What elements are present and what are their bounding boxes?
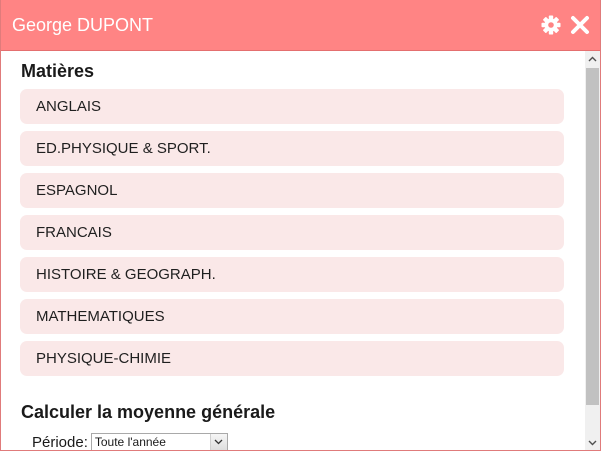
period-label: Période: <box>32 433 88 451</box>
subject-label: PHYSIQUE-CHIMIE <box>36 350 172 367</box>
scroll-down-icon[interactable] <box>585 435 600 450</box>
subject-label: HISTOIRE & GEOGRAPH. <box>36 266 216 283</box>
scroll-up-icon[interactable] <box>585 51 600 66</box>
gear-icon[interactable] <box>540 14 562 36</box>
period-row: Période: Toute l'année <box>32 433 228 450</box>
chevron-down-icon[interactable] <box>209 434 227 450</box>
period-select[interactable]: Toute l'année <box>90 433 228 450</box>
vertical-scrollbar[interactable] <box>585 51 600 450</box>
window-title: George DUPONT <box>12 14 154 35</box>
close-icon[interactable] <box>569 14 591 36</box>
content-area: Matières ANGLAIS ED.PHYSIQUE & SPORT. ESPA… <box>1 51 585 450</box>
subject-item[interactable]: ANGLAIS <box>20 89 564 124</box>
subject-label: ED.PHYSIQUE & SPORT. <box>36 140 211 157</box>
subject-label: MATHEMATIQUES <box>36 308 165 325</box>
subject-item[interactable]: MATHEMATIQUES <box>20 299 564 334</box>
subjects-heading: Matières <box>21 61 95 81</box>
subject-label: ESPAGNOL <box>36 182 118 199</box>
subject-item[interactable]: PHYSIQUE-CHIMIE <box>20 341 564 376</box>
subjects-list: ANGLAIS ED.PHYSIQUE & SPORT. ESPAGNOL FRANC… <box>20 89 564 383</box>
subject-item[interactable]: HISTOIRE & GEOGRAPH. <box>20 257 564 292</box>
subject-label: FRANCAIS <box>36 224 112 241</box>
period-selected-value: Toute l'année <box>94 435 166 449</box>
title-actions <box>540 14 591 36</box>
subject-item[interactable]: ESPAGNOL <box>20 173 564 208</box>
subject-item[interactable]: FRANCAIS <box>20 215 564 250</box>
subject-item[interactable]: ED.PHYSIQUE & SPORT. <box>20 131 564 166</box>
title-bar: George DUPONT <box>1 0 600 51</box>
subject-label: ANGLAIS <box>36 98 102 115</box>
average-heading: Calculer la moyenne générale <box>21 402 276 422</box>
student-window: George DUPONT Matières ANGLAIS ED.PHYSIQ… <box>0 0 601 451</box>
scroll-thumb[interactable] <box>586 68 599 405</box>
